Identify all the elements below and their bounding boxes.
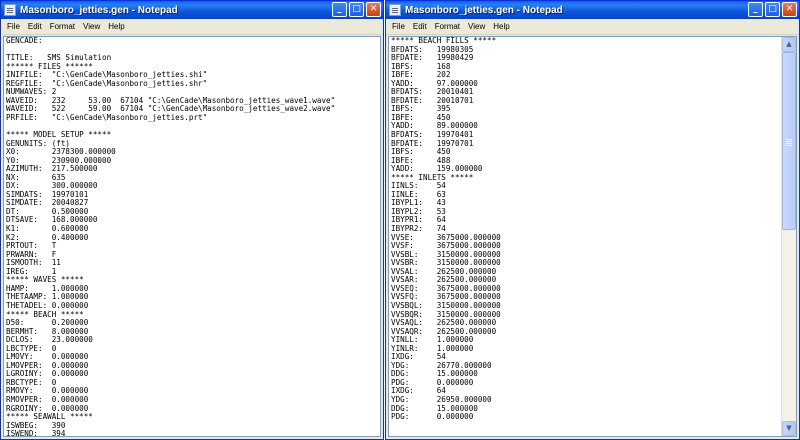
menu-format[interactable]: Format (431, 19, 464, 35)
menu-bar: File Edit Format View Help (1, 19, 383, 35)
vertical-scrollbar[interactable]: ▲ ▼ (781, 37, 796, 436)
menu-view[interactable]: View (79, 19, 104, 35)
text-line: IBYPR1: 64 (391, 215, 446, 225)
text-line: PRFILE: "C:\GenCade\Masonboro_jetties.pr… (6, 112, 208, 122)
text-line: PRTOUT: T (6, 241, 57, 251)
text-line: ISWEND: 394 (6, 429, 66, 436)
text-line: PDG: 0.000000 (391, 377, 474, 387)
menu-format[interactable]: Format (46, 19, 79, 35)
menu-bar: File Edit Format View Help (386, 19, 799, 35)
minimize-button[interactable]: _ (332, 2, 347, 17)
menu-edit[interactable]: Edit (24, 19, 46, 35)
text-line: LGROINY: 0.000000 (6, 369, 89, 379)
notepad-icon (389, 4, 401, 16)
menu-file[interactable]: File (3, 19, 24, 35)
menu-view[interactable]: View (464, 19, 489, 35)
text-line: GENCADE: (6, 37, 43, 45)
title-bar[interactable]: Masonboro_jetties.gen - Notepad _ □ ✕ (1, 1, 383, 19)
notepad-window-left[interactable]: Masonboro_jetties.gen - Notepad _ □ ✕ Fi… (0, 0, 384, 440)
menu-help[interactable]: Help (489, 19, 513, 35)
text-line: REGFILE: "C:\GenCade\Masonboro_jetties.s… (6, 78, 208, 88)
menu-file[interactable]: File (388, 19, 409, 35)
close-button[interactable]: ✕ (366, 2, 381, 17)
minimize-button[interactable]: _ (748, 2, 763, 17)
scroll-up-arrow-icon[interactable]: ▲ (782, 37, 796, 52)
text-line: IBYPL2: 53 (391, 206, 446, 216)
notepad-icon (4, 4, 16, 16)
menu-help[interactable]: Help (104, 19, 128, 35)
text-line: ISMOOTH: 11 (6, 258, 61, 268)
close-button[interactable]: ✕ (782, 2, 797, 17)
text-content[interactable]: GENCADE: TITLE: SMS Simulation ****** FILE… (6, 37, 380, 436)
scrollbar-thumb[interactable] (782, 52, 796, 230)
maximize-button[interactable]: □ (349, 2, 364, 17)
title-bar[interactable]: Masonboro_jetties.gen - Notepad _ □ ✕ (386, 1, 799, 19)
text-line: IINLE: 63 (391, 189, 446, 199)
text-editor[interactable]: GENCADE: TITLE: SMS Simulation ****** FILE… (3, 36, 381, 437)
text-line: ***** INLETS ***** (391, 172, 474, 182)
text-line: IINLS: 54 (391, 181, 446, 191)
window-title: Masonboro_jetties.gen - Notepad (405, 4, 563, 16)
text-line: PRWARN: F (6, 249, 57, 259)
scroll-down-arrow-icon[interactable]: ▼ (782, 421, 796, 436)
grip-icon (786, 141, 792, 142)
text-editor[interactable]: ***** BEACH FILLS ***** BFDATS: 19980305 B… (388, 36, 797, 437)
text-content[interactable]: ***** BEACH FILLS ***** BFDATS: 19980305 B… (391, 37, 780, 436)
window-title: Masonboro_jetties.gen - Notepad (20, 4, 178, 16)
menu-edit[interactable]: Edit (409, 19, 431, 35)
text-line: K2: 0.400000 (6, 232, 89, 242)
text-line: PDG: 0.000000 (391, 412, 474, 422)
text-line: DCLOS: 23.000000 (6, 335, 93, 345)
notepad-window-right[interactable]: Masonboro_jetties.gen - Notepad _ □ ✕ Fi… (385, 0, 800, 440)
text-line: IBYPL1: 43 (391, 198, 446, 208)
maximize-button[interactable]: □ (765, 2, 780, 17)
text-line: YINLR: 1.000000 (391, 343, 474, 353)
